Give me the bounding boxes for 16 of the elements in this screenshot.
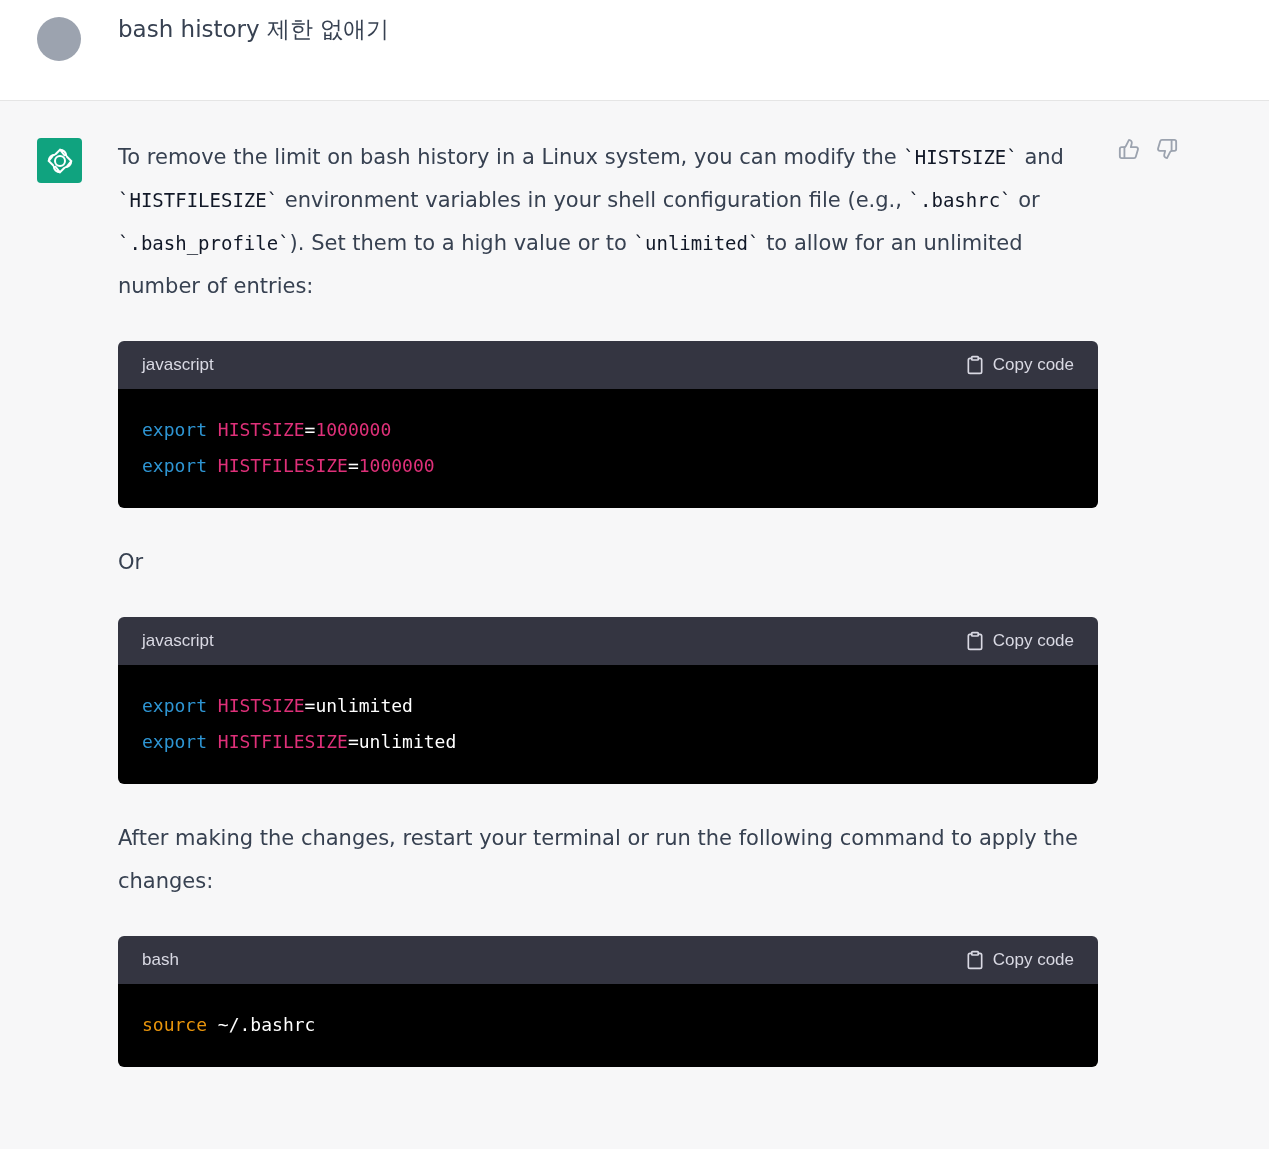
- code-language: javascript: [142, 630, 214, 653]
- copy-code-button[interactable]: Copy code: [964, 628, 1074, 654]
- user-message: bash history 제한 없애기: [118, 15, 390, 44]
- response-paragraph: After making the changes, restart your terminal or run the following command to apply the changes:: [118, 825, 1079, 895]
- thumbs-down-button[interactable]: [1156, 138, 1178, 160]
- response-paragraph: To remove the limit on bash history in a Linux system, you can modify the `HISTSIZE` and `HISTFILESIZE` environment variables in your shell configuration file (e.g., `.bashrc` or `.bash_profile`). Set them to a high value or to `unlimited` to allow for an unlimited number of entries:: [118, 144, 1065, 300]
- code-language: javascript: [142, 354, 214, 377]
- code-language: bash: [142, 949, 179, 972]
- code-body: export HISTSIZE=unlimited export HISTFILESIZE=unlimited: [118, 665, 1098, 784]
- user-avatar: [37, 17, 81, 61]
- thumbs-up-button[interactable]: [1118, 138, 1140, 160]
- copy-code-button[interactable]: Copy code: [964, 352, 1074, 378]
- copy-code-button[interactable]: Copy code: [964, 947, 1074, 973]
- code-body: source ~/.bashrc: [118, 984, 1098, 1067]
- code-body: export HISTSIZE=1000000 export HISTFILESIZE=1000000: [118, 389, 1098, 508]
- response-paragraph: Or: [118, 549, 145, 576]
